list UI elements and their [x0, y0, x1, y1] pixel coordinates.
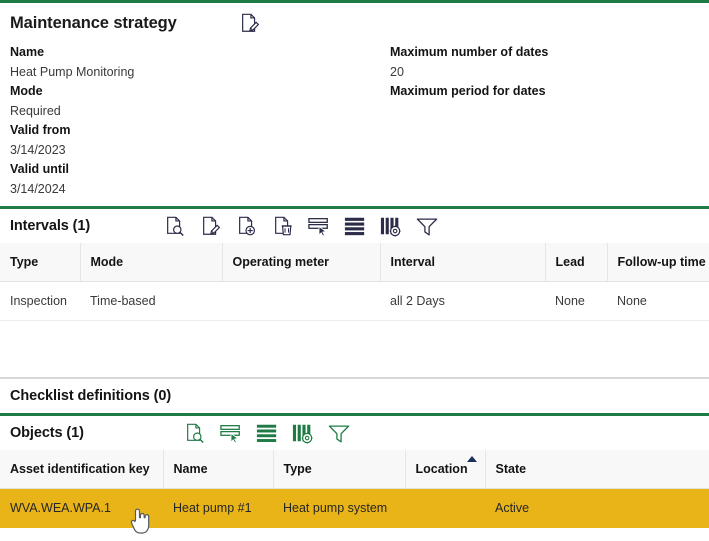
intervals-col-operating-meter[interactable]: Operating meter — [222, 243, 380, 282]
field-label-name: Name — [10, 43, 390, 62]
objects-col-name[interactable]: Name — [163, 450, 273, 489]
intervals-table: Type Mode Operating meter Interval Lead … — [0, 243, 709, 321]
intervals-cell-mode: Time-based — [80, 282, 222, 321]
filter-icon-glyph — [327, 422, 351, 444]
intervals-add-icon[interactable] — [234, 213, 260, 239]
intervals-cell-operating-meter — [222, 282, 380, 321]
select-row-icon-glyph — [219, 422, 243, 444]
objects-column-settings-icon[interactable] — [290, 420, 316, 446]
view-details-icon-glyph — [164, 215, 186, 237]
objects-title: Objects (1) — [10, 425, 84, 441]
intervals-col-lead[interactable]: Lead — [545, 243, 607, 282]
intervals-cell-follow-up-time: None — [607, 282, 709, 321]
detail-fields-right: Maximum number of dates 20 Maximum perio… — [390, 43, 699, 199]
intervals-list-rows-icon[interactable] — [342, 213, 368, 239]
maintenance-strategy-detail: Maintenance strategy Name Heat Pump Moni… — [0, 3, 709, 206]
objects-list-rows-icon[interactable] — [254, 420, 280, 446]
objects-header-row: Asset identification key Name Type Locat… — [0, 450, 709, 489]
objects-col-asset-identification-key[interactable]: Asset identification key — [0, 450, 163, 489]
objects-cell-type: Heat pump system — [273, 489, 405, 528]
list-rows-icon-glyph — [255, 422, 279, 444]
intervals-cell-interval: all 2 Days — [380, 282, 545, 321]
objects-cell-asset-identification-key: WVA.WEA.WPA.1 — [0, 489, 163, 528]
table-row[interactable]: WVA.WEA.WPA.1 Heat pump #1 Heat pump sys… — [0, 489, 709, 528]
field-label-valid-from: Valid from — [10, 121, 390, 140]
objects-col-state[interactable]: State — [485, 450, 709, 489]
field-label-max-period-for-dates: Maximum period for dates — [390, 82, 699, 101]
field-label-max-number-of-dates: Maximum number of dates — [390, 43, 699, 62]
field-label-valid-until: Valid until — [10, 160, 390, 179]
intervals-select-row-icon[interactable] — [306, 213, 332, 239]
detail-fields-left: Name Heat Pump Monitoring Mode Required … — [10, 43, 390, 199]
page-edit-icon-glyph — [239, 12, 261, 34]
field-value-max-number-of-dates: 20 — [390, 62, 699, 82]
objects-view-details-icon[interactable] — [182, 420, 208, 446]
intervals-empty-area — [0, 321, 709, 377]
intervals-delete-icon[interactable] — [270, 213, 296, 239]
objects-col-location[interactable]: Location — [405, 450, 485, 489]
intervals-col-mode[interactable]: Mode — [80, 243, 222, 282]
field-value-valid-until: 3/14/2024 — [10, 179, 390, 199]
intervals-title: Intervals (1) — [10, 218, 90, 234]
intervals-column-settings-icon[interactable] — [378, 213, 404, 239]
intervals-view-details-icon[interactable] — [162, 213, 188, 239]
table-row[interactable]: Inspection Time-based all 2 Days None No… — [0, 282, 709, 321]
add-icon-glyph — [236, 215, 258, 237]
intervals-col-type[interactable]: Type — [0, 243, 80, 282]
intervals-toolbar — [162, 213, 440, 239]
detail-title-row: Maintenance strategy — [10, 3, 699, 43]
checklist-section-header: Checklist definitions (0) — [0, 379, 709, 413]
field-value-max-period-for-dates — [390, 101, 699, 121]
objects-col-type[interactable]: Type — [273, 450, 405, 489]
column-settings-icon-glyph — [291, 422, 315, 444]
objects-toolbar — [182, 420, 352, 446]
intervals-col-interval[interactable]: Interval — [380, 243, 545, 282]
intervals-col-follow-up-time[interactable]: Follow-up time — [607, 243, 709, 282]
checklist-title: Checklist definitions (0) — [10, 388, 171, 404]
objects-cell-state: Active — [485, 489, 709, 528]
column-settings-icon-glyph — [379, 215, 403, 237]
intervals-header-row: Type Mode Operating meter Interval Lead … — [0, 243, 709, 282]
field-value-valid-from: 3/14/2023 — [10, 140, 390, 160]
detail-fields: Name Heat Pump Monitoring Mode Required … — [10, 43, 699, 206]
intervals-filter-icon[interactable] — [414, 213, 440, 239]
field-value-mode: Required — [10, 101, 390, 121]
objects-select-row-icon[interactable] — [218, 420, 244, 446]
intervals-section-header: Intervals (1) — [0, 209, 709, 243]
page-title: Maintenance strategy — [10, 14, 177, 33]
intervals-edit-icon[interactable] — [198, 213, 224, 239]
objects-section-header: Objects (1) — [0, 416, 709, 450]
select-row-icon-glyph — [307, 215, 331, 237]
objects-filter-icon[interactable] — [326, 420, 352, 446]
page-edit-icon[interactable] — [237, 10, 263, 36]
objects-cell-location — [405, 489, 485, 528]
intervals-cell-lead: None — [545, 282, 607, 321]
delete-icon-glyph — [272, 215, 294, 237]
objects-table: Asset identification key Name Type Locat… — [0, 450, 709, 528]
list-rows-icon-glyph — [343, 215, 367, 237]
filter-icon-glyph — [415, 215, 439, 237]
field-label-mode: Mode — [10, 82, 390, 101]
view-details-icon-glyph — [184, 422, 206, 444]
objects-col-location-label: Location — [416, 462, 468, 476]
edit-icon-glyph — [200, 215, 222, 237]
intervals-cell-type: Inspection — [0, 282, 80, 321]
objects-cell-name: Heat pump #1 — [163, 489, 273, 528]
sort-ascending-icon — [467, 456, 477, 462]
field-value-name: Heat Pump Monitoring — [10, 62, 390, 82]
